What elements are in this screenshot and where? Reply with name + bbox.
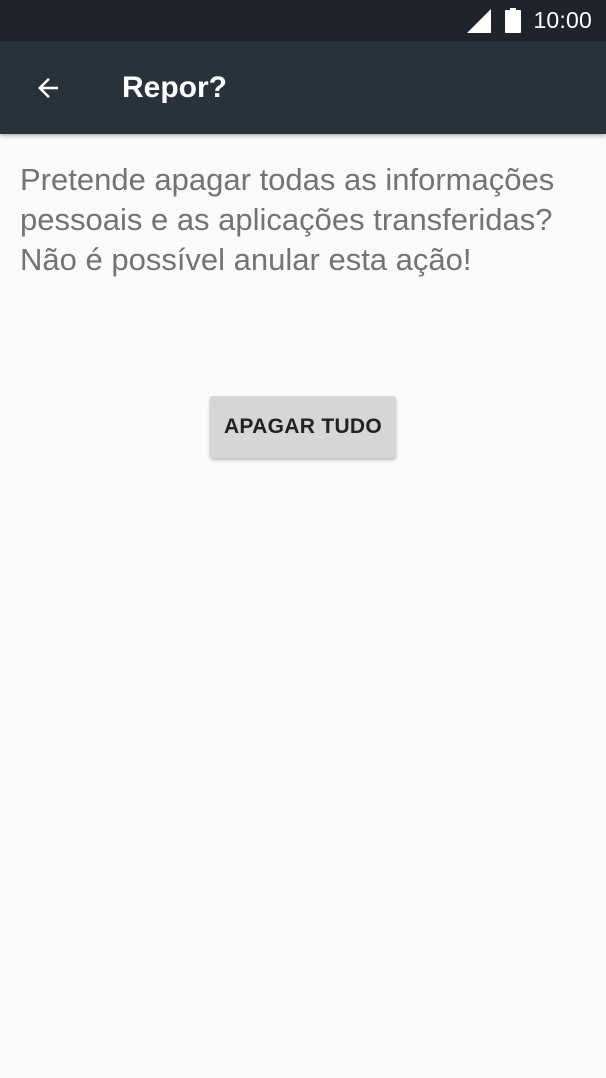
content-area: Pretende apagar todas as informações pes…	[20, 160, 580, 280]
battery-icon	[505, 8, 522, 33]
cellular-signal-icon	[467, 8, 492, 33]
erase-all-button[interactable]: APAGAR TUDO	[210, 396, 396, 458]
app-bar: Repor?	[0, 41, 606, 134]
status-bar: 10:00	[0, 0, 606, 41]
page-title: Repor?	[122, 70, 227, 104]
back-button[interactable]	[18, 58, 78, 118]
status-clock: 10:00	[533, 7, 592, 33]
arrow-left-icon	[38, 77, 58, 98]
reset-warning-message: Pretende apagar todas as informações pes…	[20, 162, 555, 277]
